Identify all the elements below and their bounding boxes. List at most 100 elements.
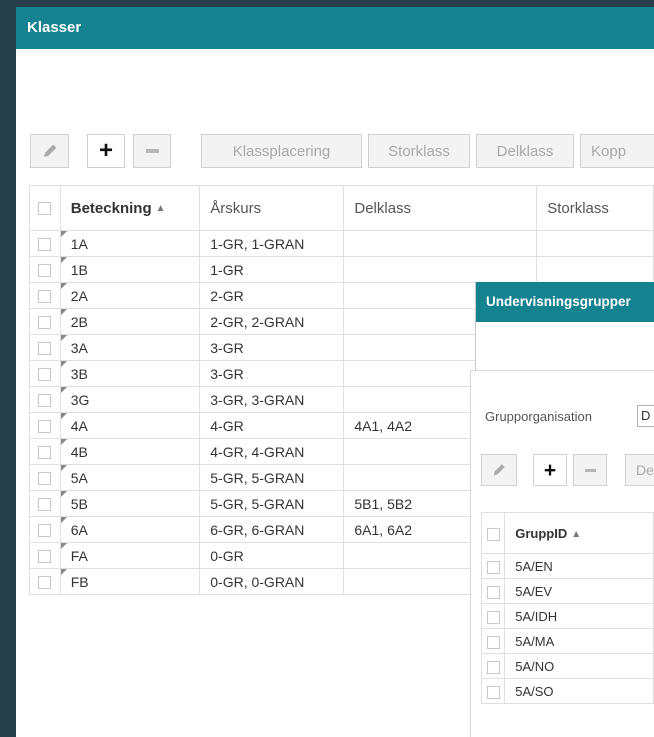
row-checkbox[interactable] <box>38 576 52 590</box>
edit-button[interactable] <box>30 134 69 168</box>
column-label: Beteckning <box>70 199 152 217</box>
sub-add-button[interactable]: + <box>533 454 567 486</box>
cell-beteckning: FA <box>59 542 201 569</box>
row-checkbox[interactable] <box>38 342 52 356</box>
row-checkbox[interactable] <box>486 635 500 649</box>
add-button[interactable]: + <box>87 134 125 168</box>
row-checkbox-cell <box>480 603 506 629</box>
column-beteckning[interactable]: Beteckning ▲ <box>59 185 201 231</box>
grupporganisation-select[interactable]: D <box>637 405 654 427</box>
table-row[interactable]: 5A/SO <box>480 678 654 704</box>
row-checkbox[interactable] <box>38 394 52 408</box>
row-checkbox[interactable] <box>38 238 52 252</box>
row-checkbox[interactable] <box>38 498 52 512</box>
row-checkbox-cell <box>29 438 61 465</box>
sub-toolbar-button[interactable]: De <box>625 454 654 486</box>
table-row[interactable]: 5A/NO <box>480 653 654 679</box>
row-checkbox-cell <box>29 308 61 335</box>
row-checkbox-cell <box>480 653 506 679</box>
grupper-table: GruppID ▲ 5A/EN 5A/EV 5A/IDH 5A/MA 5A/NO 5A/SO <box>480 512 654 704</box>
plus-icon: + <box>543 458 557 482</box>
row-checkbox[interactable] <box>38 316 52 330</box>
table-row[interactable]: 5A/IDH <box>480 603 654 629</box>
sort-ascending-icon: ▲ <box>155 203 166 215</box>
cell-beteckning: 3A <box>59 334 201 361</box>
sort-ascending-icon: ▲ <box>571 528 582 540</box>
row-checkbox-cell <box>29 230 61 257</box>
cell-arskurs: 6-GR, 6-GRAN <box>199 516 345 543</box>
table-header-row: GruppID ▲ <box>480 512 654 554</box>
row-checkbox[interactable] <box>38 264 52 278</box>
sub-edit-button[interactable] <box>481 454 517 486</box>
select-all-checkbox[interactable] <box>38 202 52 216</box>
cell-arskurs: 0-GR <box>199 542 345 569</box>
row-checkbox-cell <box>29 360 61 387</box>
row-checkbox-cell <box>29 256 61 283</box>
column-arskurs[interactable]: Årskurs <box>199 185 345 231</box>
row-checkbox[interactable] <box>486 585 500 599</box>
window-title: Klasser <box>16 7 654 49</box>
delklass-button[interactable]: Delklass <box>476 134 574 168</box>
cell-beteckning: 3G <box>59 386 201 413</box>
cell-storklass <box>536 230 654 257</box>
table-row[interactable]: 5A/EV <box>480 578 654 604</box>
row-checkbox-cell <box>29 464 61 491</box>
row-checkbox[interactable] <box>38 550 52 564</box>
pencil-icon <box>493 464 505 476</box>
table-row[interactable]: 1B 1-GR <box>29 256 654 283</box>
row-checkbox[interactable] <box>486 660 500 674</box>
cell-beteckning: 4B <box>59 438 201 465</box>
cell-arskurs: 3-GR <box>199 360 345 387</box>
row-checkbox[interactable] <box>38 446 52 460</box>
klassplacering-button[interactable]: Klassplacering <box>201 134 362 168</box>
sub-select-all-checkbox[interactable] <box>486 527 500 541</box>
row-checkbox[interactable] <box>38 368 52 382</box>
cell-beteckning: 1A <box>59 230 201 257</box>
koppla-button[interactable]: Kopp <box>580 134 654 168</box>
cell-gruppid: 5A/SO <box>504 678 654 704</box>
remove-button[interactable] <box>133 134 171 168</box>
row-checkbox-cell <box>29 516 61 543</box>
cell-gruppid: 5A/NO <box>504 653 654 679</box>
column-gruppid[interactable]: GruppID ▲ <box>504 512 654 554</box>
row-checkbox-cell <box>480 678 506 704</box>
table-header-row: Beteckning ▲ Årskurs Delklass Storklass <box>29 185 654 231</box>
sub-remove-button[interactable] <box>573 454 607 486</box>
cell-arskurs: 3-GR, 3-GRAN <box>199 386 345 413</box>
row-checkbox-cell <box>29 282 61 309</box>
table-row[interactable]: 5A/EN <box>480 553 654 579</box>
storklass-button[interactable]: Storklass <box>368 134 470 168</box>
cell-arskurs: 0-GR, 0-GRAN <box>199 568 345 595</box>
cell-delklass <box>343 256 538 283</box>
column-delklass[interactable]: Delklass <box>343 185 538 231</box>
cell-gruppid: 5A/EN <box>504 553 654 579</box>
row-checkbox-cell <box>29 490 61 517</box>
cell-beteckning: 6A <box>59 516 201 543</box>
row-checkbox[interactable] <box>38 420 52 434</box>
row-checkbox[interactable] <box>38 290 52 304</box>
cell-arskurs: 5-GR, 5-GRAN <box>199 464 345 491</box>
row-checkbox[interactable] <box>38 472 52 486</box>
cell-beteckning: 5A <box>59 464 201 491</box>
table-row[interactable]: 1A 1-GR, 1-GRAN <box>29 230 654 257</box>
row-checkbox-cell <box>29 412 61 439</box>
row-checkbox[interactable] <box>486 560 500 574</box>
cell-arskurs: 2-GR <box>199 282 345 309</box>
row-checkbox-cell <box>29 386 61 413</box>
table-row[interactable]: 5A/MA <box>480 628 654 654</box>
row-checkbox-cell <box>29 334 61 361</box>
cell-gruppid: 5A/IDH <box>504 603 654 629</box>
row-checkbox-cell <box>29 542 61 569</box>
sub-select-all-cell <box>480 512 506 554</box>
row-checkbox[interactable] <box>38 524 52 538</box>
pencil-icon <box>43 144 56 157</box>
select-all-cell <box>29 185 61 231</box>
cell-arskurs: 1-GR, 1-GRAN <box>199 230 345 257</box>
row-checkbox[interactable] <box>486 685 500 699</box>
cell-gruppid: 5A/EV <box>504 578 654 604</box>
column-storklass[interactable]: Storklass <box>536 185 654 231</box>
row-checkbox[interactable] <box>486 610 500 624</box>
cell-arskurs: 2-GR, 2-GRAN <box>199 308 345 335</box>
cell-beteckning: 1B <box>59 256 201 283</box>
cell-arskurs: 4-GR <box>199 412 345 439</box>
